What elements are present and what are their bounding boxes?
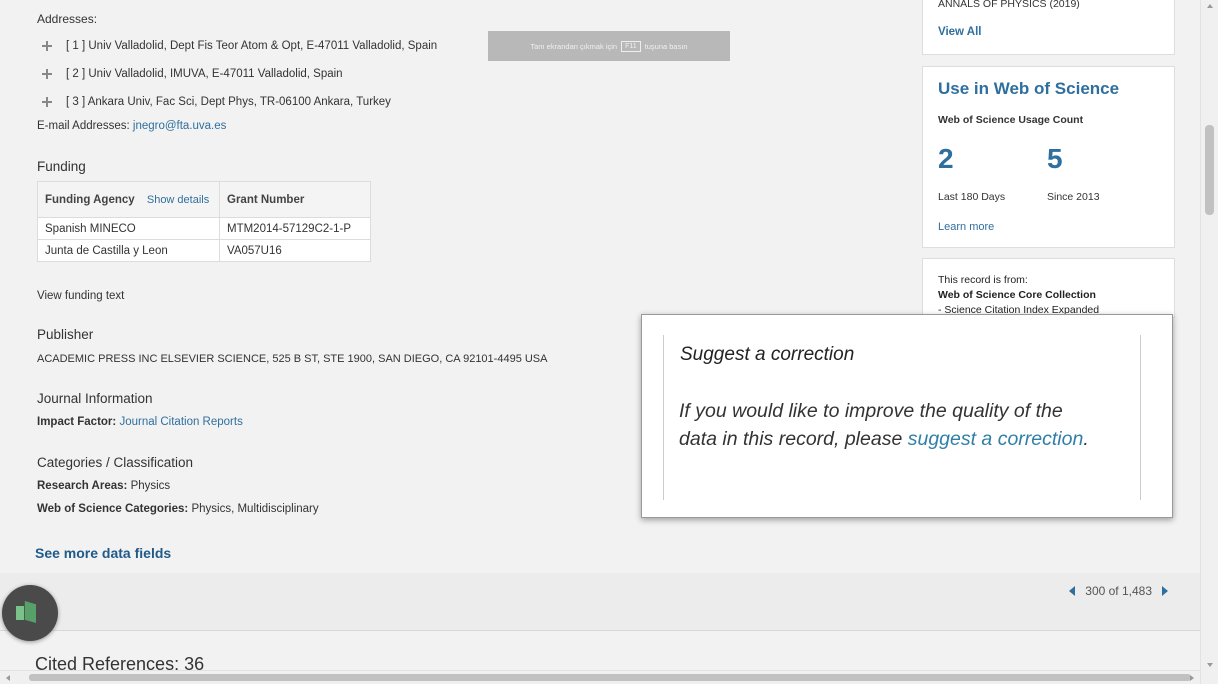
view-all-link[interactable]: View All: [938, 26, 981, 38]
popup-title: Suggest a correction: [680, 344, 855, 365]
address-text: [ 1 ] Univ Valladolid, Dept Fis Teor Ato…: [66, 40, 438, 52]
journal-card: ANNALS OF PHYSICS (2019) View All: [922, 0, 1175, 55]
usage-count-2013: 5: [1047, 143, 1063, 174]
grant-cell: MTM2014-57129C2-1-P: [219, 217, 371, 240]
record-source-card: This record is from: Web of Science Core…: [922, 258, 1175, 318]
usage-title: Use in Web of Science: [938, 79, 1120, 98]
usage-label-2013: Since 2013: [1047, 191, 1100, 203]
grant-header: Grant Number: [219, 181, 371, 218]
previous-record-icon[interactable]: [1069, 586, 1076, 596]
hint-text-after: tuşuna basın: [644, 41, 688, 51]
scroll-up-arrow-icon[interactable]: [1207, 4, 1213, 8]
usage-count-180: 2: [938, 143, 954, 174]
vertical-scrollbar[interactable]: [1200, 0, 1218, 684]
expand-plus-icon[interactable]: [42, 41, 52, 51]
vertical-scroll-thumb[interactable]: [1205, 125, 1214, 215]
show-details-link[interactable]: Show details: [147, 194, 209, 206]
learn-more-link[interactable]: Learn more: [938, 221, 994, 233]
journal-citation-reports-link[interactable]: Journal Citation Reports: [119, 416, 242, 428]
usage-card: Use in Web of Science Web of Science Usa…: [922, 66, 1175, 248]
popup-text-end: .: [1083, 428, 1089, 450]
agency-header: Funding Agency Show details: [37, 181, 220, 218]
address-item[interactable]: [ 2 ] Univ Valladolid, IMUVA, E-47011 Va…: [42, 65, 343, 83]
research-areas-value: Physics: [130, 480, 171, 492]
next-record-icon[interactable]: [1162, 586, 1168, 596]
table-row: Junta de Castilla y Leon VA057U16: [37, 239, 371, 262]
pager-text: 300 of 1,483: [1085, 584, 1152, 598]
wos-categories-label: Web of Science Categories:: [37, 503, 189, 515]
impact-factor-line: Impact Factor: Journal Citation Reports: [37, 416, 243, 428]
suggest-correction-popup: Suggest a correction If you would like t…: [641, 314, 1173, 518]
popup-left-rule: [663, 335, 664, 500]
address-item[interactable]: [ 3 ] Ankara Univ, Fac Sci, Dept Phys, T…: [42, 93, 391, 111]
wos-categories-value: Physics, Multidisciplinary: [191, 503, 319, 515]
wos-categories-line: Web of Science Categories: Physics, Mult…: [37, 503, 319, 515]
address-item[interactable]: [ 1 ] Univ Valladolid, Dept Fis Teor Ato…: [42, 37, 437, 55]
see-more-data-fields-link[interactable]: See more data fields: [35, 545, 171, 561]
view-funding-text-link[interactable]: View funding text: [37, 290, 124, 302]
horizontal-scrollbar[interactable]: [0, 670, 1200, 684]
app-logo-icon: [16, 606, 24, 620]
research-areas-label: Research Areas:: [37, 480, 128, 492]
horizontal-scroll-thumb[interactable]: [29, 674, 1191, 681]
grant-cell: VA057U16: [219, 239, 371, 262]
address-text: [ 3 ] Ankara Univ, Fac Sci, Dept Phys, T…: [66, 96, 391, 108]
addresses-heading: Addresses:: [37, 12, 98, 26]
pager-band: [0, 573, 1200, 631]
address-text: [ 2 ] Univ Valladolid, IMUVA, E-47011 Va…: [66, 68, 343, 80]
impact-factor-label: Impact Factor:: [37, 416, 117, 428]
agency-column-label: Funding Agency: [45, 193, 135, 206]
agency-cell: Spanish MINECO: [37, 217, 220, 240]
agency-cell: Junta de Castilla y Leon: [37, 239, 220, 262]
scroll-right-arrow-icon[interactable]: [1190, 675, 1194, 681]
usage-subtitle: Web of Science Usage Count: [938, 114, 1084, 126]
journal-info-title: Journal Information: [37, 391, 153, 406]
record-pager: 300 of 1,483: [1069, 584, 1168, 598]
expand-plus-icon[interactable]: [42, 97, 52, 107]
record-collection: Web of Science Core Collection: [938, 289, 1096, 301]
record-from-label: This record is from:: [938, 274, 1028, 286]
popup-text: If you would like to improve the quality…: [679, 397, 1099, 453]
scroll-left-arrow-icon[interactable]: [6, 675, 10, 681]
usage-label-180: Last 180 Days: [938, 191, 1006, 203]
table-row: Spanish MINECO MTM2014-57129C2-1-P: [37, 217, 371, 240]
hint-text-before: Tam ekrandan çıkmak için: [530, 41, 618, 51]
categories-title: Categories / Classification: [37, 455, 194, 470]
suggest-correction-link[interactable]: suggest a correction: [908, 428, 1084, 450]
popup-right-rule: [1140, 335, 1141, 500]
table-header-row: Funding Agency Show details Grant Number: [37, 181, 371, 218]
funding-title: Funding: [37, 159, 86, 174]
email-label: E-mail Addresses:: [37, 120, 130, 132]
scroll-down-arrow-icon[interactable]: [1207, 663, 1213, 667]
f11-key-badge: F11: [621, 40, 641, 52]
publisher-text: ACADEMIC PRESS INC ELSEVIER SCIENCE, 525…: [37, 353, 548, 365]
publisher-title: Publisher: [37, 327, 94, 342]
email-line: E-mail Addresses: jnegro@fta.uva.es: [37, 120, 226, 132]
funding-table: Funding Agency Show details Grant Number…: [37, 181, 371, 262]
floating-app-button[interactable]: [2, 585, 58, 641]
research-areas-line: Research Areas: Physics: [37, 480, 170, 492]
journal-name: ANNALS OF PHYSICS (2019): [938, 0, 1080, 10]
fullscreen-exit-hint: Tam ekrandan çıkmak için F11 tuşuna bası…: [488, 31, 730, 61]
expand-plus-icon[interactable]: [42, 69, 52, 79]
email-link[interactable]: jnegro@fta.uva.es: [133, 120, 227, 132]
